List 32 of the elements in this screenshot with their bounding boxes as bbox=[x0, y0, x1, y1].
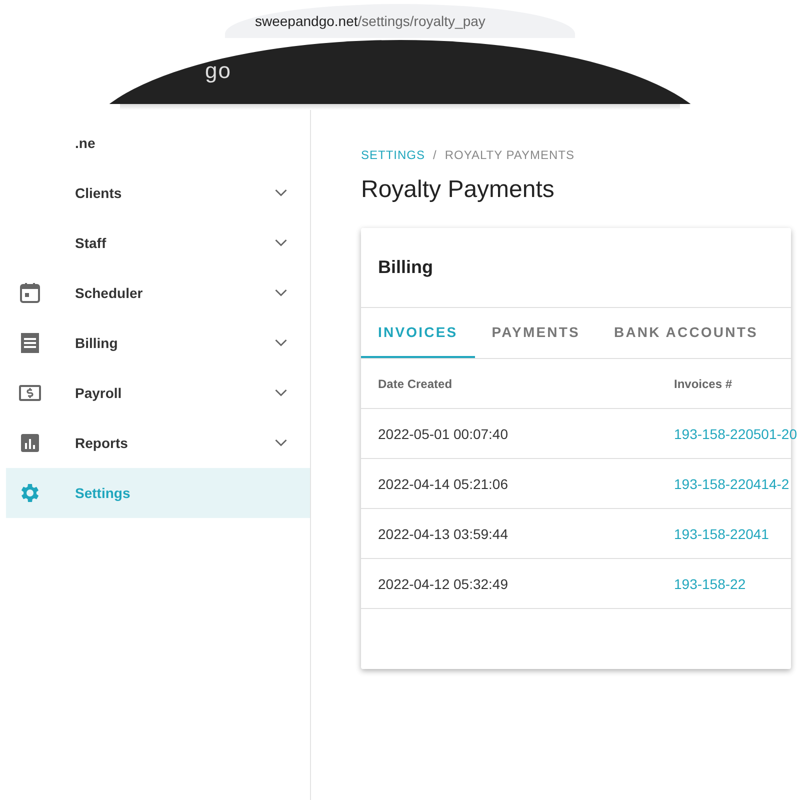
tab[interactable]: BANK ACCOUNTS bbox=[596, 308, 775, 358]
invoice-link[interactable]: 193-158-22041 bbox=[674, 526, 769, 542]
invoice-link[interactable]: 193-158-220414-2 bbox=[674, 476, 790, 492]
sidebar-item[interactable]: Payroll bbox=[0, 368, 310, 418]
sidebar-item[interactable]: Settings bbox=[6, 468, 310, 518]
sidebar-item[interactable]: Clients bbox=[0, 168, 310, 218]
page-title: Royalty Payments bbox=[361, 176, 556, 204]
sidebar-item[interactable]: Reports bbox=[0, 418, 310, 468]
table-cell-text: 2022-05-01 00:07:40 bbox=[377, 426, 509, 442]
invoice-link[interactable]: 193-158-22 bbox=[674, 576, 746, 592]
table-cell-text: 2022-04-13 03:59:44 bbox=[377, 526, 509, 542]
bar-chart-icon bbox=[18, 431, 42, 455]
calendar-icon bbox=[18, 281, 42, 305]
url-text: sweepandgo.net/settings/royalty_pay bbox=[255, 13, 486, 29]
card-title: Billing bbox=[361, 228, 791, 308]
tab[interactable]: PAYMENTS bbox=[474, 308, 597, 358]
breadcrumb-link[interactable]: SETTINGS bbox=[361, 148, 426, 162]
invoice-link[interactable]: 193-158-220501-20 bbox=[674, 426, 797, 442]
tab[interactable]: INVOICES bbox=[361, 308, 475, 358]
breadcrumb-separator: / bbox=[433, 148, 437, 162]
table-cell-text: 2022-04-12 05:32:49 bbox=[377, 576, 509, 592]
sidebar-item[interactable]: Staff bbox=[0, 218, 310, 268]
breadcrumb-current: ROYALTY PAYMENTS bbox=[444, 148, 574, 162]
logo-text: go bbox=[205, 58, 232, 84]
sidebar-item[interactable]: Scheduler bbox=[0, 268, 310, 318]
column-header: Date Created bbox=[377, 376, 454, 390]
sidebar-item[interactable]: .ne bbox=[0, 118, 310, 168]
table-cell-text: 2022-04-14 05:21:06 bbox=[377, 476, 509, 492]
receipt-icon bbox=[18, 331, 42, 355]
column-header: Invoices # bbox=[674, 376, 732, 390]
address-bar[interactable]: sweepandgo.net/settings/royalty_pay bbox=[225, 4, 575, 38]
sidebar-item[interactable]: Billing bbox=[0, 318, 310, 368]
